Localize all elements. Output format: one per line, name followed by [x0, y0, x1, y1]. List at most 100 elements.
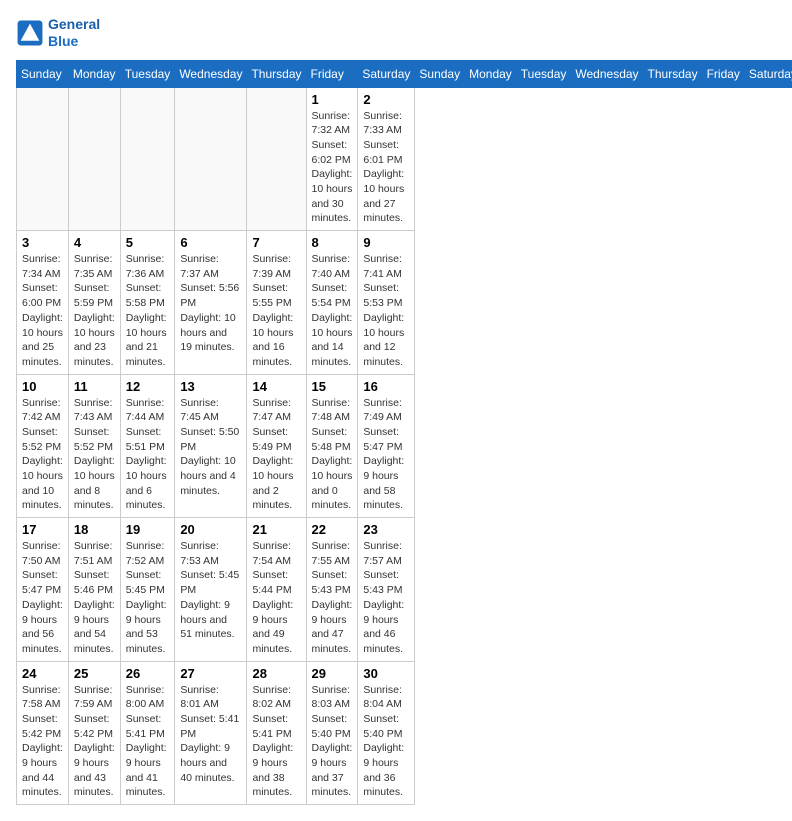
col-header-sunday: Sunday [415, 60, 465, 87]
day-info: Sunrise: 7:59 AM Sunset: 5:42 PM Dayligh… [74, 683, 115, 801]
day-number: 6 [180, 235, 241, 250]
week-row-5: 24 Sunrise: 7:58 AM Sunset: 5:42 PM Dayli… [17, 661, 792, 805]
week-row-4: 17 Sunrise: 7:50 AM Sunset: 5:47 PM Dayli… [17, 518, 792, 662]
day-number: 11 [74, 379, 115, 394]
calendar-cell: 25Sunrise: 7:59 AM Sunset: 5:42 PM Dayli… [68, 661, 120, 805]
day-number: 3 [22, 235, 63, 250]
calendar-cell: 26Sunrise: 8:00 AM Sunset: 5:41 PM Dayli… [120, 661, 175, 805]
calendar-cell: 17 Sunrise: 7:50 AM Sunset: 5:47 PM Dayli… [17, 518, 69, 662]
day-number: 15 [312, 379, 353, 394]
day-number: 12 [126, 379, 170, 394]
calendar-table: SundayMondayTuesdayWednesdayThursdayFrid… [16, 60, 792, 806]
calendar-cell [120, 87, 175, 231]
day-info: Sunrise: 8:03 AM Sunset: 5:40 PM Dayligh… [312, 683, 353, 801]
calendar-cell: 4Sunrise: 7:35 AM Sunset: 5:59 PM Daylig… [68, 231, 120, 375]
logo: General Blue [16, 16, 100, 50]
page-header: General Blue [16, 16, 776, 50]
day-info: Sunrise: 7:48 AM Sunset: 5:48 PM Dayligh… [312, 396, 353, 514]
day-info: Sunrise: 7:50 AM Sunset: 5:47 PM Dayligh… [22, 539, 63, 657]
calendar-cell [247, 87, 306, 231]
calendar-cell: 13 Sunrise: 7:45 AM Sunset: 5:50 PM Dayli… [175, 374, 247, 518]
calendar-cell: 12 Sunrise: 7:44 AM Sunset: 5:51 PM Dayli… [120, 374, 175, 518]
calendar-cell [17, 87, 69, 231]
day-number: 17 [22, 522, 63, 537]
week-row-1: 1Sunrise: 7:32 AM Sunset: 6:02 PM Daylig… [17, 87, 792, 231]
day-info: Sunrise: 7:33 AM Sunset: 6:01 PM Dayligh… [363, 109, 409, 227]
day-info: Sunrise: 7:54 AM Sunset: 5:44 PM Dayligh… [252, 539, 300, 657]
day-number: 13 [180, 379, 241, 394]
day-number: 9 [363, 235, 409, 250]
week-row-2: 3 Sunrise: 7:34 AM Sunset: 6:00 PM Daylig… [17, 231, 792, 375]
day-number: 21 [252, 522, 300, 537]
day-number: 26 [126, 666, 170, 681]
col-header-thursday: Thursday [643, 60, 702, 87]
day-info: Sunrise: 7:53 AM Sunset: 5:45 PM Dayligh… [180, 539, 241, 642]
logo-text: General Blue [48, 16, 100, 50]
day-number: 22 [312, 522, 353, 537]
day-info: Sunrise: 7:49 AM Sunset: 5:47 PM Dayligh… [363, 396, 409, 514]
day-info: Sunrise: 7:34 AM Sunset: 6:00 PM Dayligh… [22, 252, 63, 370]
calendar-cell: 20 Sunrise: 7:53 AM Sunset: 5:45 PM Dayli… [175, 518, 247, 662]
col-header-wednesday: Wednesday [571, 60, 643, 87]
header-monday: Monday [68, 60, 120, 87]
day-info: Sunrise: 7:37 AM Sunset: 5:56 PM Dayligh… [180, 252, 241, 355]
calendar-cell: 19 Sunrise: 7:52 AM Sunset: 5:45 PM Dayli… [120, 518, 175, 662]
week-row-3: 10 Sunrise: 7:42 AM Sunset: 5:52 PM Dayli… [17, 374, 792, 518]
col-header-monday: Monday [465, 60, 517, 87]
day-number: 24 [22, 666, 63, 681]
col-header-friday: Friday [702, 60, 744, 87]
day-number: 10 [22, 379, 63, 394]
day-info: Sunrise: 7:51 AM Sunset: 5:46 PM Dayligh… [74, 539, 115, 657]
calendar-cell: 2Sunrise: 7:33 AM Sunset: 6:01 PM Daylig… [358, 87, 415, 231]
header-tuesday: Tuesday [120, 60, 175, 87]
day-info: Sunrise: 7:58 AM Sunset: 5:42 PM Dayligh… [22, 683, 63, 801]
calendar-cell: 10 Sunrise: 7:42 AM Sunset: 5:52 PM Dayli… [17, 374, 69, 518]
calendar-cell: 21 Sunrise: 7:54 AM Sunset: 5:44 PM Dayli… [247, 518, 306, 662]
calendar-cell [68, 87, 120, 231]
day-info: Sunrise: 7:44 AM Sunset: 5:51 PM Dayligh… [126, 396, 170, 514]
day-number: 5 [126, 235, 170, 250]
day-info: Sunrise: 7:42 AM Sunset: 5:52 PM Dayligh… [22, 396, 63, 514]
calendar-cell: 11 Sunrise: 7:43 AM Sunset: 5:52 PM Dayli… [68, 374, 120, 518]
day-number: 16 [363, 379, 409, 394]
day-info: Sunrise: 7:41 AM Sunset: 5:53 PM Dayligh… [363, 252, 409, 370]
day-info: Sunrise: 7:45 AM Sunset: 5:50 PM Dayligh… [180, 396, 241, 499]
day-number: 18 [74, 522, 115, 537]
calendar-cell: 8 Sunrise: 7:40 AM Sunset: 5:54 PM Daylig… [306, 231, 358, 375]
day-info: Sunrise: 7:43 AM Sunset: 5:52 PM Dayligh… [74, 396, 115, 514]
day-number: 7 [252, 235, 300, 250]
calendar-cell: 23 Sunrise: 7:57 AM Sunset: 5:43 PM Dayli… [358, 518, 415, 662]
day-number: 19 [126, 522, 170, 537]
header-wednesday: Wednesday [175, 60, 247, 87]
day-info: Sunrise: 7:36 AM Sunset: 5:58 PM Dayligh… [126, 252, 170, 370]
header-sunday: Sunday [17, 60, 69, 87]
day-info: Sunrise: 7:57 AM Sunset: 5:43 PM Dayligh… [363, 539, 409, 657]
header-saturday: Saturday [358, 60, 415, 87]
header-friday: Friday [306, 60, 358, 87]
day-info: Sunrise: 8:01 AM Sunset: 5:41 PM Dayligh… [180, 683, 241, 786]
calendar-cell: 9 Sunrise: 7:41 AM Sunset: 5:53 PM Daylig… [358, 231, 415, 375]
col-header-tuesday: Tuesday [516, 60, 571, 87]
day-info: Sunrise: 7:52 AM Sunset: 5:45 PM Dayligh… [126, 539, 170, 657]
calendar-header-row: SundayMondayTuesdayWednesdayThursdayFrid… [17, 60, 792, 87]
day-info: Sunrise: 7:40 AM Sunset: 5:54 PM Dayligh… [312, 252, 353, 370]
calendar-cell: 29 Sunrise: 8:03 AM Sunset: 5:40 PM Dayli… [306, 661, 358, 805]
calendar-cell: 30Sunrise: 8:04 AM Sunset: 5:40 PM Dayli… [358, 661, 415, 805]
day-number: 20 [180, 522, 241, 537]
day-info: Sunrise: 7:39 AM Sunset: 5:55 PM Dayligh… [252, 252, 300, 370]
day-info: Sunrise: 7:35 AM Sunset: 5:59 PM Dayligh… [74, 252, 115, 370]
day-info: Sunrise: 7:47 AM Sunset: 5:49 PM Dayligh… [252, 396, 300, 514]
day-number: 23 [363, 522, 409, 537]
day-number: 29 [312, 666, 353, 681]
calendar-cell: 28 Sunrise: 8:02 AM Sunset: 5:41 PM Dayli… [247, 661, 306, 805]
day-number: 28 [252, 666, 300, 681]
calendar-cell: 5 Sunrise: 7:36 AM Sunset: 5:58 PM Daylig… [120, 231, 175, 375]
calendar-cell: 16 Sunrise: 7:49 AM Sunset: 5:47 PM Dayli… [358, 374, 415, 518]
day-info: Sunrise: 7:55 AM Sunset: 5:43 PM Dayligh… [312, 539, 353, 657]
day-number: 8 [312, 235, 353, 250]
calendar-cell: 15 Sunrise: 7:48 AM Sunset: 5:48 PM Dayli… [306, 374, 358, 518]
day-info: Sunrise: 8:02 AM Sunset: 5:41 PM Dayligh… [252, 683, 300, 801]
day-info: Sunrise: 8:04 AM Sunset: 5:40 PM Dayligh… [363, 683, 409, 801]
day-number: 27 [180, 666, 241, 681]
day-number: 1 [312, 92, 353, 107]
